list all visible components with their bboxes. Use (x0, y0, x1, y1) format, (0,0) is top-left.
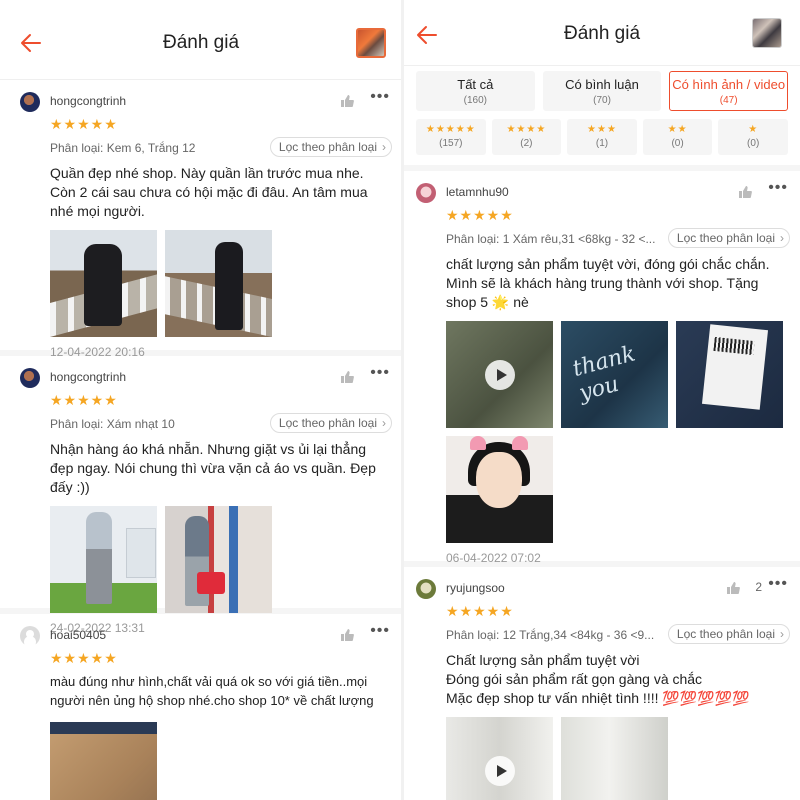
more-dots-icon[interactable]: ••• (768, 575, 788, 593)
review-text: Chất lượng sản phẩm tuyệt vời Đóng gói s… (446, 651, 788, 708)
play-icon[interactable] (484, 359, 515, 390)
left-screen: Đánh giá hongcongtrinh ••• ★★★★★ Phân lo… (0, 0, 402, 800)
review-item: hoai50405 ••• ★★★★★ màu đúng như hình,ch… (0, 614, 402, 800)
avatar[interactable] (20, 92, 40, 112)
rating-stars: ★★★★★ (50, 116, 118, 132)
tab-label: Có bình luận (565, 77, 639, 92)
tab-with-comments[interactable]: Có bình luận (70) (542, 71, 662, 111)
tab-label: Có hình ảnh / video (672, 77, 786, 92)
review-text: Nhận hàng áo khá nhẵn. Nhưng giặt vs ủi … (50, 441, 376, 495)
review-video[interactable] (446, 321, 553, 428)
star-icons: ★★★★ (506, 124, 547, 135)
avatar[interactable] (20, 368, 40, 388)
review-photo[interactable] (50, 506, 157, 613)
top-bar: Đánh giá (0, 0, 402, 80)
tab-4-stars[interactable]: ★★★★ (2) (491, 119, 562, 155)
username[interactable]: letamnhu90 (446, 185, 509, 199)
username[interactable]: hoai50405 (50, 628, 106, 642)
star-icons: ★★ (667, 124, 688, 135)
variant-label: Phân loại: 1 Xám rêu,31 <68kg - 32 <... (446, 232, 656, 246)
tab-2-stars[interactable]: ★★ (0) (642, 119, 713, 155)
rating-stars: ★★★★★ (50, 650, 118, 666)
tab-count: (160) (463, 95, 488, 106)
review-text-line: Mặc đẹp shop tư vấn nhiệt tình !!!! 💯💯💯💯… (446, 690, 750, 706)
rating-stars: ★★★★★ (446, 603, 514, 619)
tab-all[interactable]: Tất cả (160) (416, 71, 535, 111)
more-dots-icon[interactable]: ••• (370, 88, 390, 106)
review-photo[interactable] (561, 717, 668, 800)
star-icons: ★ (748, 124, 759, 135)
package-text: thank you (570, 341, 639, 407)
tab-3-stars[interactable]: ★★★ (1) (567, 119, 637, 155)
filter-by-variant-button[interactable]: Lọc theo phân loại (269, 413, 392, 433)
thumbs-up-icon[interactable] (738, 185, 752, 199)
review-video[interactable] (446, 717, 553, 800)
filter-by-variant-button[interactable]: Lọc theo phân loại (269, 137, 392, 157)
review-text-line: Chất lượng sản phẩm tuyệt vời (446, 652, 640, 668)
review-photo[interactable] (676, 321, 783, 428)
tab-count: (1) (595, 138, 609, 149)
review-photo[interactable] (165, 230, 272, 337)
thumbs-up-icon[interactable] (340, 94, 354, 108)
tab-1-star[interactable]: ★ (0) (718, 119, 788, 155)
like-count: 2 (755, 580, 762, 594)
tab-with-media[interactable]: Có hình ảnh / video (47) (669, 71, 789, 111)
username[interactable]: ryujungsoo (446, 581, 505, 595)
username[interactable]: hongcongtrinh (50, 370, 126, 384)
rating-stars: ★★★★★ (50, 392, 118, 408)
variant-label: Phân loại: Xám nhạt 10 (50, 417, 175, 431)
variant-label: Phân loại: 12 Trắng,34 <84kg - 36 <9... (446, 628, 655, 642)
review-item: hongcongtrinh ••• ★★★★★ Phân loại: Xám n… (0, 356, 402, 635)
star-filter-tabs: ★★★★★ (157) ★★★★ (2) ★★★ (1) ★★ (0) ★ (0… (404, 111, 800, 171)
tab-count: (70) (593, 95, 611, 106)
tab-count: (0) (747, 138, 760, 149)
review-item: hongcongtrinh ••• ★★★★★ Phân loại: Kem 6… (0, 80, 402, 359)
play-icon[interactable] (484, 755, 515, 786)
right-screen: Đánh giá Tất cả (160) Có bình luận (70) … (404, 0, 800, 800)
thumbs-up-icon[interactable] (340, 628, 354, 642)
review-filter-tabs: Tất cả (160) Có bình luận (70) Có hình ả… (404, 66, 800, 111)
page-title: Đánh giá (563, 23, 641, 44)
more-dots-icon[interactable]: ••• (768, 179, 788, 197)
page-title: Đánh giá (162, 32, 240, 53)
review-item: letamnhu90 ••• ★★★★★ Phân loại: 1 Xám rê… (404, 171, 800, 567)
review-photo[interactable] (50, 230, 157, 337)
filter-by-variant-button[interactable]: Lọc theo phân loại (667, 228, 790, 248)
avatar[interactable] (416, 579, 436, 599)
avatar[interactable] (20, 626, 40, 646)
shop-thumbnail[interactable] (356, 28, 386, 58)
review-photo[interactable] (165, 506, 272, 613)
review-text-line: Đóng gói sản phẩm rất gọn gàng và chắc (446, 671, 703, 687)
review-text: chất lượng sản phẩm tuyệt vời, đóng gói … (446, 256, 770, 310)
review-photo[interactable] (446, 436, 553, 543)
filter-by-variant-button[interactable]: Lọc theo phân loại (667, 624, 790, 644)
more-dots-icon[interactable]: ••• (370, 364, 390, 382)
thumbs-up-icon[interactable] (340, 370, 354, 384)
top-bar: Đánh giá (404, 0, 800, 66)
avatar[interactable] (416, 183, 436, 203)
variant-label: Phân loại: Kem 6, Trắng 12 (50, 141, 196, 155)
tab-count: (157) (439, 138, 463, 149)
review-photo[interactable]: thank you (561, 321, 668, 428)
star-icons: ★★★ (587, 124, 617, 135)
rating-stars: ★★★★★ (446, 207, 514, 223)
tab-label: Tất cả (457, 77, 494, 92)
shop-thumbnail[interactable] (752, 18, 782, 48)
star-icons: ★★★★★ (425, 124, 476, 135)
tab-count: (47) (719, 95, 738, 106)
username[interactable]: hongcongtrinh (50, 94, 126, 108)
thumbs-up-icon[interactable] (726, 581, 740, 595)
tab-count: (2) (520, 138, 533, 149)
tab-5-stars[interactable]: ★★★★★ (157) (416, 119, 486, 155)
review-photo[interactable] (50, 722, 157, 800)
more-dots-icon[interactable]: ••• (370, 622, 390, 640)
tab-count: (0) (671, 138, 684, 149)
review-item: ryujungsoo 2 ••• ★★★★★ Phân loại: 12 Trắ… (404, 567, 800, 800)
review-text: màu đúng như hình,chất vải quá ok so với… (50, 674, 374, 708)
review-text: Quần đẹp nhé shop. Này quần lần trước mu… (50, 165, 368, 219)
